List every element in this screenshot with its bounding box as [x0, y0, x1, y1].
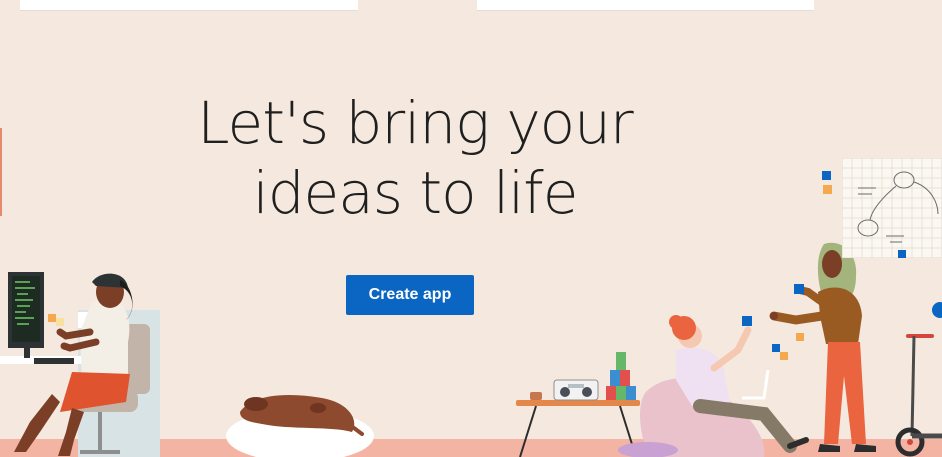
sticky-note-orange-3	[796, 333, 804, 341]
dog-on-cushion-illustration	[226, 394, 374, 457]
sticky-note-blue-1	[822, 171, 831, 180]
sticky-note-orange-2	[780, 352, 788, 360]
top-card-right	[477, 0, 814, 11]
create-app-button[interactable]: Create app	[346, 275, 474, 315]
top-card-left	[20, 0, 358, 11]
edge-accent	[0, 128, 2, 216]
sticky-note-orange-1	[823, 185, 832, 194]
developer-at-desk-illustration	[0, 272, 160, 457]
headline-line-1: Let's bring your	[197, 89, 634, 157]
headline-line-2: ideas to life	[252, 159, 579, 227]
whiteboard-illustration	[842, 158, 942, 258]
sticky-note-blue-2	[772, 344, 780, 352]
hero-headline: Let's bring your ideas to life	[150, 88, 680, 228]
scooter-illustration	[895, 302, 942, 457]
